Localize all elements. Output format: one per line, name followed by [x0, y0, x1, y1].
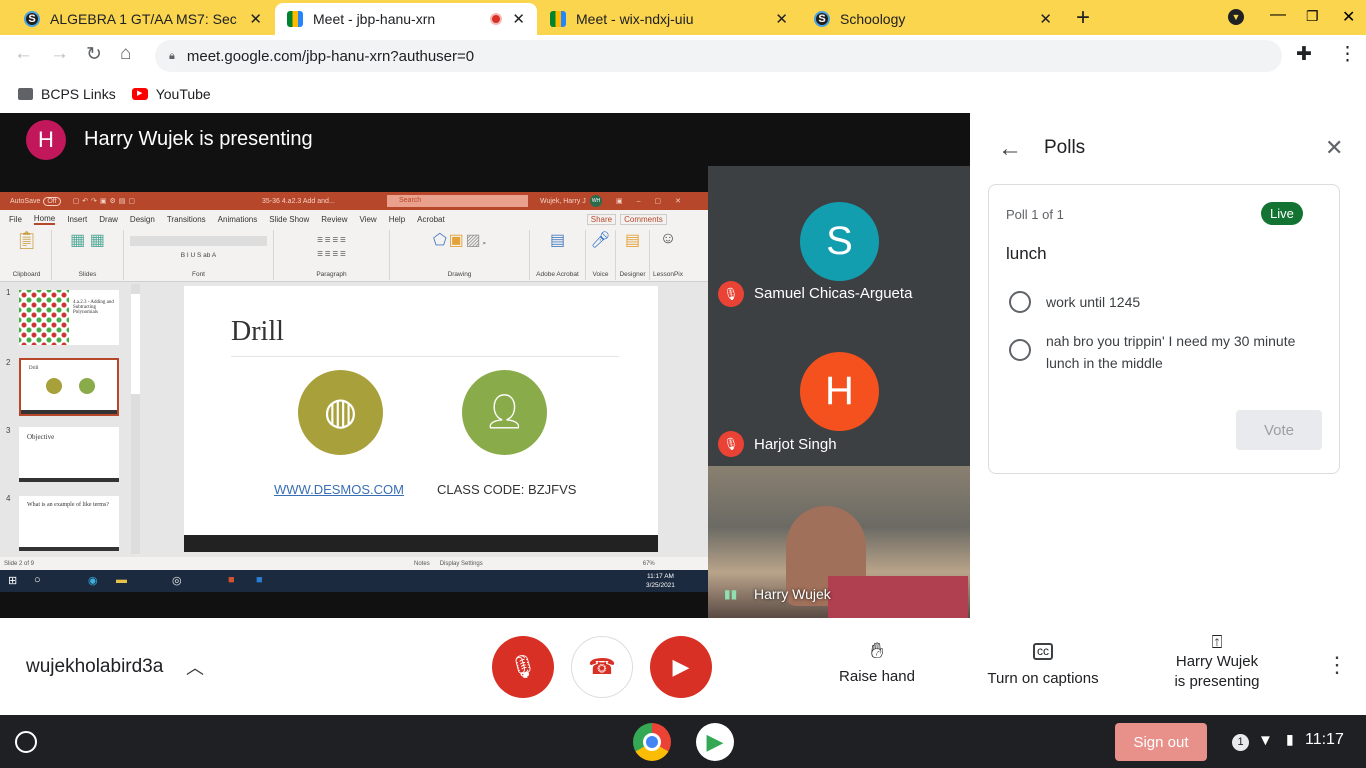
new-tab-icon[interactable]: +	[1076, 4, 1090, 32]
meet-control-bar: wujekholabird3a ︿ 🎙︎ ☎︎ ▶︎ ✋︎ Raise hand …	[0, 618, 1366, 715]
menu-icon[interactable]: ⋮	[1338, 43, 1357, 66]
powerpoint-icon: ■	[228, 574, 235, 586]
ppt-status-bar: Slide 2 of 9 Notes Display Settings 67%	[0, 557, 708, 570]
cortana-icon: ○	[34, 574, 41, 586]
windows-taskbar: ⊞ ○ ◉ ▬ ◎ ■ ■ 11:17 AM 3/25/2021	[0, 570, 708, 592]
present-screen-icon: ⍐	[1211, 632, 1223, 652]
coder-icon: 👤︎	[462, 370, 547, 455]
clock[interactable]: 11:17	[1305, 731, 1344, 749]
close-tab-icon[interactable]: ✕	[775, 10, 788, 28]
outlook-icon: ■	[256, 574, 263, 586]
desmos-link[interactable]: WWW.DESMOS.COM	[274, 482, 404, 497]
vote-button[interactable]: Vote	[1236, 410, 1322, 450]
chromeos-shelf: ▶ Sign out 1 ▼ ▮ 11:17	[0, 715, 1366, 768]
ppt-title-bar: AutoSave Off ▢↶↷▣⚙▤▢ 35-36 4.a2.3 Add an…	[0, 192, 708, 210]
shared-screen-powerpoint: AutoSave Off ▢↶↷▣⚙▤▢ 35-36 4.a2.3 Add an…	[0, 192, 708, 592]
schoology-icon: S	[814, 11, 830, 27]
explorer-icon: ▬	[116, 574, 127, 586]
audio-level-icon: ▮▮	[724, 587, 738, 601]
user-avatar: WH	[590, 195, 602, 207]
current-slide: Drill ◍ 👤︎ WWW.DESMOS.COM CLASS CODE: BZ…	[184, 286, 658, 552]
presenter-avatar: H	[26, 119, 66, 160]
play-store-icon[interactable]: ▶	[696, 723, 734, 761]
extensions-icon[interactable]: ✚	[1296, 43, 1312, 66]
leave-call-button[interactable]: ☎︎	[571, 636, 633, 698]
ppt-ribbon-tabs: File Home Insert Draw Design Transitions…	[0, 210, 708, 228]
bookmark-bcps-links[interactable]: BCPS Links	[18, 86, 116, 102]
mic-toggle-button[interactable]: 🎙︎	[492, 636, 554, 698]
chevron-up-icon[interactable]: ︿	[186, 654, 204, 680]
bookmarks-bar: BCPS Links ▶ YouTube	[0, 75, 1366, 113]
slide-thumb-3[interactable]: Objective	[19, 427, 119, 482]
youtube-icon: ▶	[131, 88, 148, 100]
forward-icon[interactable]: →	[50, 43, 69, 65]
home-icon[interactable]: ⌂	[120, 43, 131, 65]
globe-icon: ◍	[298, 370, 383, 455]
slide-thumbnails: 1 4.a.2.3 - Adding and Subtracting Polyn…	[0, 284, 140, 554]
schoology-icon: S	[24, 11, 40, 27]
captions-icon: cc	[1033, 643, 1053, 660]
edge-icon: ◉	[88, 575, 98, 587]
ppt-ribbon: 📋︎ Clipboard ▦ ▦ Slides B I U S ab A Font ☰…	[0, 228, 708, 282]
reload-icon[interactable]: ↻	[86, 43, 102, 66]
mic-off-icon: 🎙︎	[718, 431, 744, 457]
chrome-icon: ◎	[172, 575, 182, 587]
back-arrow-icon[interactable]: ←	[998, 135, 1022, 163]
captions-button[interactable]: cc Turn on captions	[980, 638, 1106, 687]
windows-start-icon: ⊞	[8, 575, 18, 587]
hand-icon: ✋︎	[870, 638, 884, 663]
poll-option-radio[interactable]	[1009, 291, 1031, 313]
slide-thumb-1[interactable]: 4.a.2.3 - Adding and Subtracting Polynom…	[19, 290, 119, 345]
poll-card: Poll 1 of 1 Live lunch work until 1245 n…	[988, 184, 1340, 474]
meet-icon	[287, 11, 303, 27]
mic-off-icon: 🎙︎	[509, 654, 537, 679]
tab-algebra[interactable]: S ALGEBRA 1 GT/AA MS7: Sec 002 ✕	[12, 3, 274, 35]
meet-icon	[550, 11, 566, 27]
tab-schoology[interactable]: S Schoology ✕	[802, 3, 1064, 35]
launcher-icon[interactable]	[15, 731, 37, 753]
restore-icon[interactable]: ❐	[1306, 8, 1319, 25]
participant-tile[interactable]: S 🎙︎ Samuel Chicas-Argueta	[708, 166, 970, 316]
minimize-icon[interactable]: —	[1270, 6, 1286, 24]
close-tab-icon[interactable]: ✕	[249, 10, 262, 28]
recording-icon	[490, 13, 503, 25]
more-options-icon[interactable]: ⋮	[1326, 652, 1348, 678]
close-panel-icon[interactable]: ✕	[1325, 135, 1343, 161]
bookmark-youtube[interactable]: ▶ YouTube	[131, 86, 211, 102]
slide-thumb-2-selected[interactable]: Drill	[19, 358, 119, 416]
browser-tab-strip: S ALGEBRA 1 GT/AA MS7: Sec 002 ✕ Meet - …	[0, 0, 1366, 35]
presenting-button[interactable]: ⍐ Harry Wujek is presenting	[1160, 632, 1274, 692]
participant-video-tile[interactable]: ▮▮ Harry Wujek	[708, 466, 970, 618]
quick-access-icons: ▢↶↷▣⚙▤▢	[72, 198, 139, 205]
chrome-shelf-icon[interactable]	[633, 723, 671, 761]
window-controls: ▣–▢✕	[616, 198, 695, 205]
mic-off-icon: 🎙︎	[718, 281, 744, 307]
raise-hand-button[interactable]: ✋︎ Raise hand	[830, 638, 924, 685]
slide-thumb-4[interactable]: What is an example of like terms?	[19, 496, 119, 551]
hang-up-icon: ☎︎	[588, 654, 616, 679]
live-badge: Live	[1261, 202, 1303, 225]
folder-icon	[18, 88, 33, 100]
notification-count-badge[interactable]: 1	[1232, 734, 1249, 751]
camera-toggle-button[interactable]: ▶︎	[650, 636, 712, 698]
back-icon[interactable]: ←	[14, 43, 33, 65]
sign-out-button[interactable]: Sign out	[1115, 723, 1207, 761]
close-tab-icon[interactable]: ✕	[1039, 10, 1052, 28]
close-tab-icon[interactable]: ✕	[512, 10, 525, 28]
lock-icon: 🔒︎	[169, 49, 175, 62]
battery-icon: ▮	[1286, 731, 1294, 747]
presenting-header: H Harry Wujek is presenting	[0, 113, 708, 166]
tab-meet-active[interactable]: Meet - jbp-hanu-xrn ✕	[275, 3, 537, 35]
poll-option-radio[interactable]	[1009, 339, 1031, 361]
address-bar[interactable]: 🔒︎ meet.google.com/jbp-hanu-xrn?authuser…	[155, 40, 1282, 72]
participant-tile[interactable]: H 🎙︎ Harjot Singh	[708, 316, 970, 466]
tab-meet-2[interactable]: Meet - wix-ndxj-uiu ✕	[538, 3, 800, 35]
wifi-icon: ▼	[1258, 732, 1273, 749]
camera-off-icon: ▶︎	[672, 654, 690, 679]
close-window-icon[interactable]: ✕	[1342, 7, 1355, 27]
tab-search-icon[interactable]: ▼	[1228, 9, 1244, 25]
